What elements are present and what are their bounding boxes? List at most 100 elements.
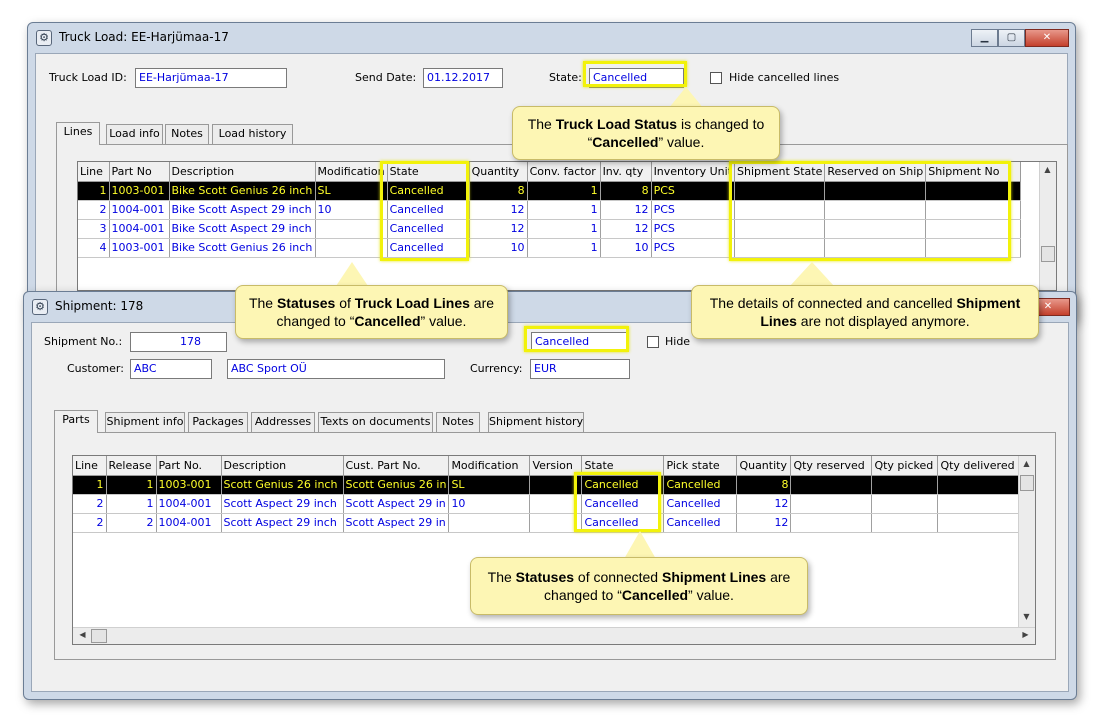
table-cell[interactable]: 10 <box>600 238 652 258</box>
table-cell[interactable]: 2 <box>106 513 157 533</box>
scroll-up-icon[interactable]: ▲ <box>1040 165 1055 174</box>
table-cell[interactable]: 1004-001 <box>156 494 222 514</box>
tab-addresses[interactable]: Addresses <box>251 412 315 432</box>
table-cell[interactable]: 2 <box>78 200 110 220</box>
column-header[interactable]: Qty picked <box>871 456 939 476</box>
customer-code-field[interactable]: ABC <box>130 359 212 379</box>
table-row[interactable]: 2 2 1004-001 Scott Aspect 29 inch Scott Aspe… <box>73 513 1025 533</box>
scroll-thumb[interactable] <box>91 629 107 643</box>
tab-parts[interactable]: Parts <box>54 410 98 433</box>
tab-load-history[interactable]: Load history <box>212 124 293 144</box>
truck-load-titlebar[interactable]: ⚙ Truck Load: EE-Harjümaa-17 ▁ ▢ ✕ <box>28 23 1075 51</box>
table-cell[interactable]: 12 <box>736 513 792 533</box>
table-cell[interactable]: Scott Aspect 29 in <box>343 494 450 514</box>
shipment-vertical-scrollbar[interactable]: ▲ ▼ <box>1018 456 1035 627</box>
table-cell[interactable]: Bike Scott Aspect 29 inch <box>169 200 316 220</box>
column-header[interactable]: Part No. <box>156 456 222 476</box>
scroll-up-icon[interactable]: ▲ <box>1019 459 1034 468</box>
tab-load-info[interactable]: Load info <box>106 124 163 144</box>
table-cell[interactable]: Cancelled <box>663 475 738 495</box>
maximize-icon[interactable]: ▢ <box>998 29 1025 47</box>
tab-notes[interactable]: Notes <box>436 412 480 432</box>
table-cell[interactable]: 2 <box>73 494 107 514</box>
column-header[interactable]: Conv. factor <box>527 162 601 182</box>
table-cell[interactable]: 12 <box>469 200 528 220</box>
table-cell[interactable] <box>871 513 939 533</box>
column-header[interactable]: Quantity <box>469 162 528 182</box>
column-header[interactable]: Description <box>169 162 316 182</box>
table-cell[interactable]: 8 <box>736 475 792 495</box>
column-header[interactable]: Qty delivered <box>937 456 1025 476</box>
table-cell[interactable]: 1 <box>73 475 107 495</box>
column-header[interactable]: Line <box>78 162 110 182</box>
table-cell[interactable]: Bike Scott Aspect 29 inch <box>169 219 316 239</box>
table-cell[interactable]: Scott Genius 26 in <box>343 475 450 495</box>
table-cell[interactable]: 8 <box>469 181 528 201</box>
table-cell[interactable]: 12 <box>736 494 792 514</box>
table-cell[interactable]: 1004-001 <box>109 219 170 239</box>
table-cell[interactable]: 8 <box>600 181 652 201</box>
table-cell[interactable] <box>790 513 873 533</box>
customer-name-field[interactable]: ABC Sport OÜ <box>227 359 445 379</box>
column-header[interactable]: Line <box>73 456 107 476</box>
currency-field[interactable]: EUR <box>530 359 630 379</box>
table-cell[interactable]: 1 <box>527 181 601 201</box>
table-cell[interactable]: Bike Scott Genius 26 inch <box>169 238 316 258</box>
column-header[interactable]: Quantity <box>736 456 792 476</box>
table-cell[interactable]: PCS <box>651 200 736 220</box>
table-cell[interactable]: 1003-001 <box>109 181 170 201</box>
table-cell[interactable]: Scott Aspect 29 in <box>343 513 450 533</box>
table-cell[interactable]: PCS <box>651 219 736 239</box>
table-cell[interactable]: 3 <box>78 219 110 239</box>
scroll-right-icon[interactable]: ▶ <box>1018 630 1033 639</box>
scroll-down-icon[interactable]: ▼ <box>1019 612 1034 621</box>
table-cell[interactable] <box>937 513 1025 533</box>
table-cell[interactable] <box>790 475 873 495</box>
table-cell[interactable]: Scott Aspect 29 inch <box>221 494 344 514</box>
table-cell[interactable]: 10 <box>448 494 531 514</box>
close-icon[interactable]: ✕ <box>1025 29 1069 47</box>
column-header[interactable]: Modification <box>448 456 531 476</box>
table-cell[interactable]: 1 <box>106 494 157 514</box>
table-cell[interactable]: 1 <box>78 181 110 201</box>
table-cell[interactable]: Bike Scott Genius 26 inch <box>169 181 316 201</box>
table-cell[interactable]: 1 <box>106 475 157 495</box>
tab-texts-on-documents[interactable]: Texts on documents <box>318 412 433 432</box>
table-cell[interactable]: 1004-001 <box>109 200 170 220</box>
truck-load-id-field[interactable]: EE-Harjümaa-17 <box>135 68 287 88</box>
column-header[interactable]: Inventory Unit <box>651 162 736 182</box>
hide-cancelled-checkbox[interactable] <box>710 72 722 84</box>
table-cell[interactable]: 1004-001 <box>156 513 222 533</box>
tab-notes[interactable]: Notes <box>165 124 209 144</box>
table-cell[interactable] <box>790 494 873 514</box>
scroll-left-icon[interactable]: ◀ <box>75 630 90 639</box>
column-header[interactable]: Cust. Part No. <box>343 456 450 476</box>
table-cell[interactable] <box>937 494 1025 514</box>
table-cell[interactable]: PCS <box>651 181 736 201</box>
table-cell[interactable]: 1 <box>527 219 601 239</box>
table-cell[interactable]: PCS <box>651 238 736 258</box>
column-header[interactable]: Part No <box>109 162 170 182</box>
table-cell[interactable]: 1003-001 <box>156 475 222 495</box>
table-cell[interactable]: SL <box>448 475 531 495</box>
table-cell[interactable]: 2 <box>73 513 107 533</box>
table-cell[interactable]: Cancelled <box>663 513 738 533</box>
table-cell[interactable]: 4 <box>78 238 110 258</box>
column-header[interactable]: Release <box>106 456 157 476</box>
table-cell[interactable]: 10 <box>469 238 528 258</box>
tab-shipment-history[interactable]: Shipment history <box>488 412 584 432</box>
table-cell[interactable]: Scott Genius 26 inch <box>221 475 344 495</box>
tab-shipment-info[interactable]: Shipment info <box>105 412 185 432</box>
table-cell[interactable]: 12 <box>469 219 528 239</box>
column-header[interactable]: Qty reserved <box>790 456 873 476</box>
table-cell[interactable]: 1 <box>527 238 601 258</box>
tab-packages[interactable]: Packages <box>188 412 248 432</box>
table-cell[interactable]: 10 <box>315 200 388 220</box>
table-cell[interactable]: Cancelled <box>663 494 738 514</box>
truck-vertical-scrollbar[interactable]: ▲ <box>1039 162 1056 290</box>
table-cell[interactable] <box>315 238 388 258</box>
table-cell[interactable] <box>937 475 1025 495</box>
table-cell[interactable]: 12 <box>600 219 652 239</box>
table-cell[interactable] <box>871 475 939 495</box>
shipment-horizontal-scrollbar[interactable]: ◀ ▶ <box>73 627 1035 644</box>
